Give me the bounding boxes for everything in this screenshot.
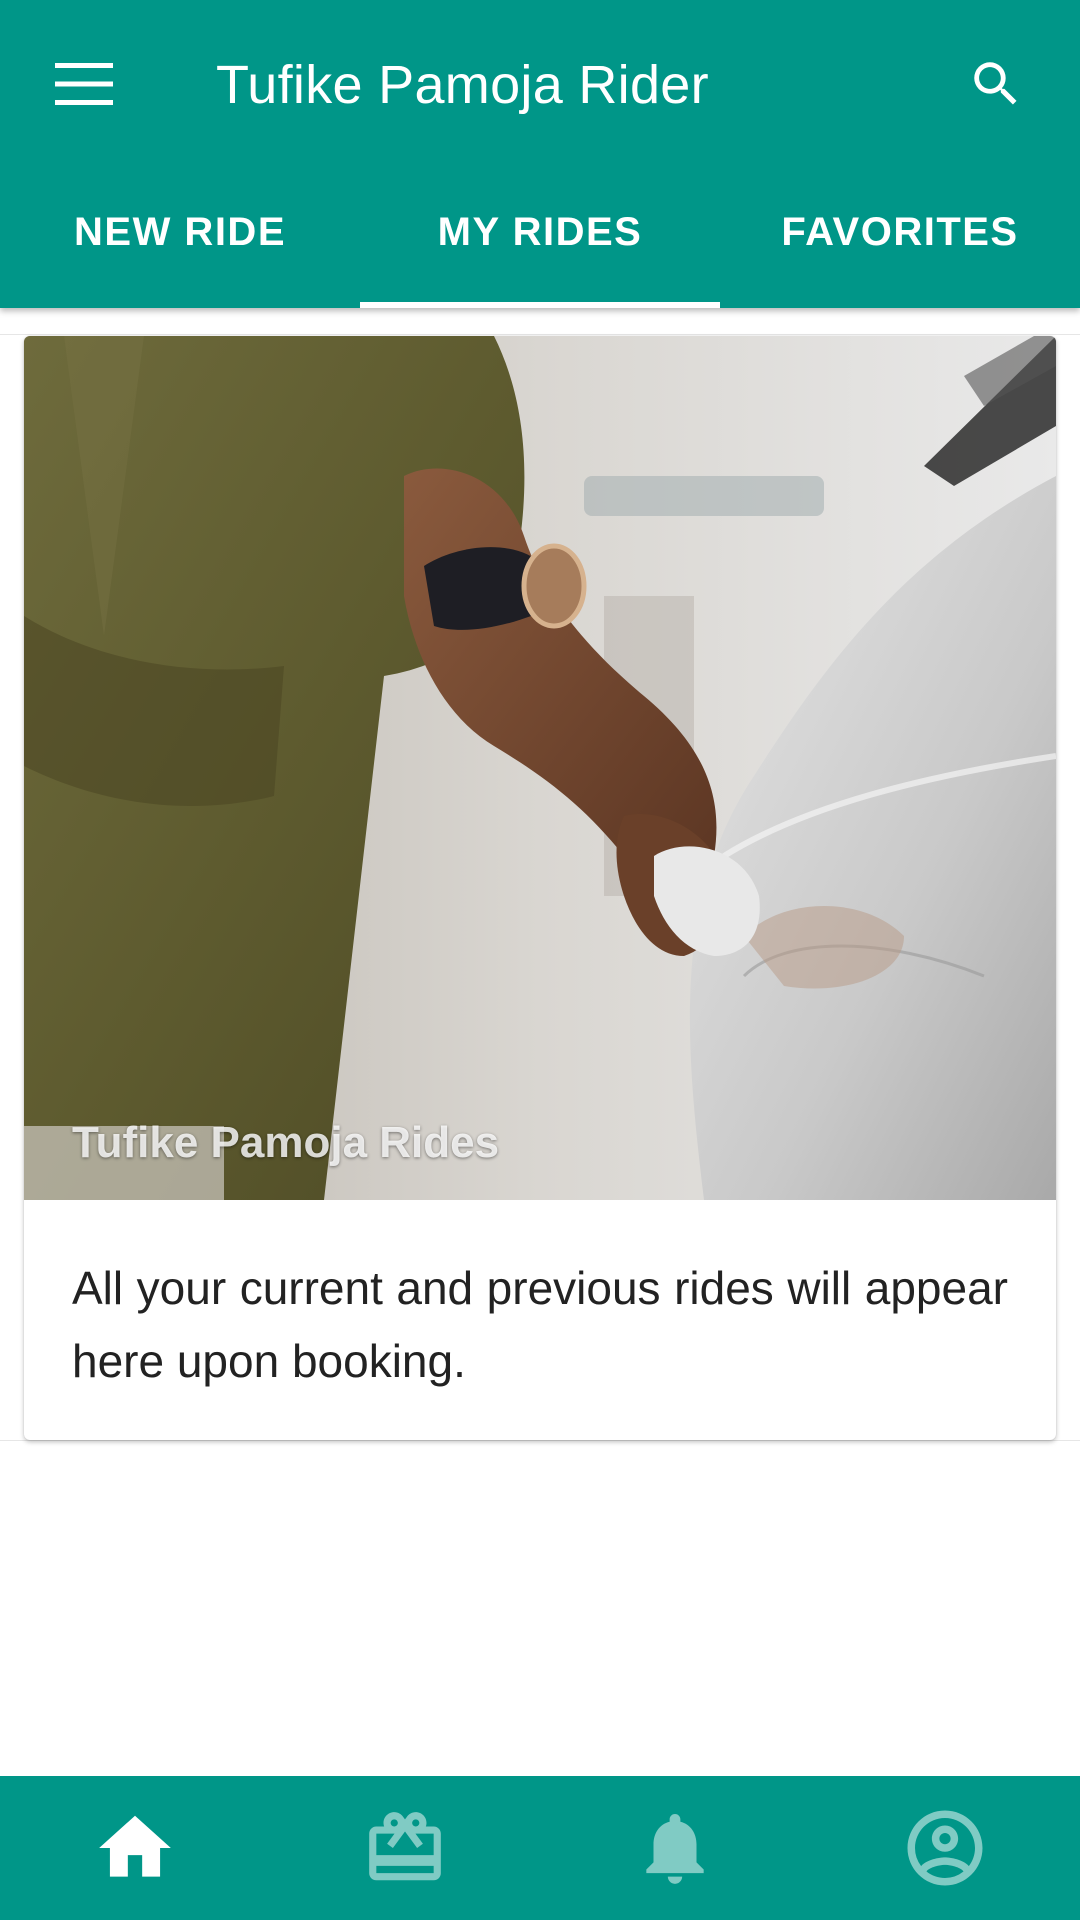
search-button[interactable] (946, 40, 1046, 128)
tab-label: FAVORITES (781, 209, 1019, 254)
home-icon (99, 1815, 171, 1877)
toolbar: Tufike Pamoja Rider (0, 0, 1080, 168)
nav-account[interactable] (810, 1776, 1080, 1920)
gift-card-icon (369, 1812, 441, 1881)
hero-image: Tufike Pamoja Rides (24, 336, 1056, 1200)
nav-notifications[interactable] (540, 1776, 810, 1920)
nav-offers[interactable] (270, 1776, 540, 1920)
empty-state-message: All your current and previous rides will… (72, 1262, 1008, 1387)
tab-favorites[interactable]: FAVORITES (720, 168, 1080, 308)
hero-caption: Tufike Pamoja Rides (72, 1118, 500, 1167)
tab-my-rides[interactable]: MY RIDES (360, 168, 720, 308)
search-icon (974, 62, 1017, 105)
app-title: Tufike Pamoja Rider (216, 55, 709, 115)
bell-icon (646, 1813, 704, 1884)
hero-illustration (24, 336, 1056, 1200)
tab-bar: NEW RIDE MY RIDES FAVORITES (0, 168, 1080, 308)
app-bar: Tufike Pamoja Rider NEW RIDE MY RIDES FA… (0, 0, 1080, 308)
nav-home[interactable] (0, 1776, 270, 1920)
divider (0, 334, 1080, 335)
menu-icon (55, 63, 113, 105)
account-circle-icon (907, 1810, 983, 1886)
divider (0, 1440, 1080, 1441)
rides-empty-card: Tufike Pamoja Rides All your current and… (24, 336, 1056, 1440)
app-screen: Tufike Pamoja Rider NEW RIDE MY RIDES FA… (0, 0, 1080, 1920)
tab-label: MY RIDES (437, 209, 643, 254)
tab-label: NEW RIDE (74, 209, 286, 254)
menu-button[interactable] (34, 40, 134, 128)
tab-new-ride[interactable]: NEW RIDE (0, 168, 360, 308)
bottom-navigation (0, 1776, 1080, 1920)
